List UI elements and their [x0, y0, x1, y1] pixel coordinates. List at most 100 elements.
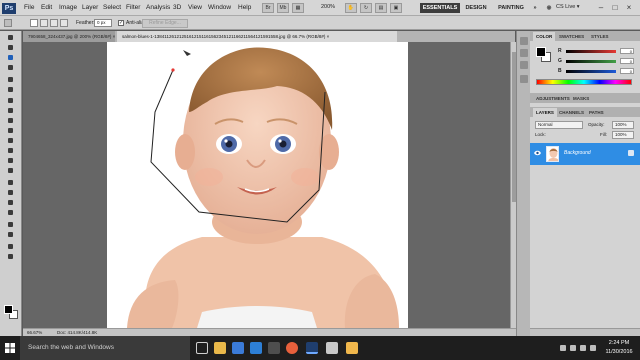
clone-stamp-icon[interactable] [4, 118, 17, 125]
clock-date[interactable]: 11/30/2016 [602, 349, 636, 355]
lasso-tool-icon[interactable] [4, 55, 17, 62]
rotate-view-button[interactable]: ↻ [360, 3, 372, 13]
workspace-more-button[interactable]: » [530, 3, 540, 13]
type-tool-icon[interactable] [4, 190, 17, 197]
photoshop-taskbar-icon[interactable] [306, 342, 318, 354]
menu-filter[interactable]: Filter [126, 4, 140, 11]
workspace-essentials[interactable]: ESSENTIALS [420, 3, 460, 13]
menu-image[interactable]: Image [59, 4, 77, 11]
intersect-selection-icon[interactable] [60, 19, 68, 27]
screen-mode-button[interactable]: ▣ [390, 3, 402, 13]
tab-adjustments[interactable]: ADJUSTMENTS [533, 94, 573, 103]
3d-rotate-icon[interactable] [4, 222, 17, 229]
fill-field[interactable]: 100% [612, 131, 634, 139]
keyboard-icon[interactable] [590, 345, 596, 351]
slider-value[interactable]: 0 [620, 68, 634, 74]
maximize-button[interactable]: □ [610, 3, 620, 13]
brush-tool-icon[interactable] [4, 108, 17, 115]
arrange-documents-button[interactable]: ▤ [375, 3, 387, 13]
slider-track[interactable] [566, 70, 616, 73]
feather-input[interactable]: 0 px [94, 19, 112, 27]
volume-icon[interactable] [580, 345, 586, 351]
menu-help[interactable]: Help [238, 4, 251, 11]
tab-close-icon[interactable]: × [113, 34, 115, 39]
app-icon[interactable] [326, 342, 338, 354]
tab-close-icon[interactable]: × [327, 34, 330, 39]
slider-track[interactable] [566, 50, 616, 53]
zoom-tool-icon[interactable] [4, 254, 17, 261]
slider-value[interactable]: 0 [620, 48, 634, 54]
subtract-selection-icon[interactable] [50, 19, 58, 27]
taskbar-search-box[interactable]: Search the web and Windows [20, 336, 190, 360]
tab-color[interactable]: COLOR [533, 32, 556, 41]
task-view-icon[interactable] [196, 342, 208, 354]
eye-icon[interactable] [534, 150, 541, 156]
tab-layers[interactable]: LAYERS [533, 108, 557, 117]
crop-tool-icon[interactable] [4, 77, 17, 84]
workspace-design[interactable]: DESIGN [462, 3, 490, 13]
app-icon[interactable] [346, 342, 358, 354]
firefox-icon[interactable] [286, 342, 298, 354]
blend-mode-select[interactable]: Normal [535, 121, 583, 129]
menu-3d[interactable]: 3D [173, 4, 181, 11]
3d-orbit-icon[interactable] [4, 232, 17, 239]
canvas-area[interactable] [23, 42, 510, 328]
menu-window[interactable]: Window [208, 4, 231, 11]
color-spectrum-bar[interactable] [536, 79, 632, 85]
opacity-field[interactable]: 100% [612, 121, 634, 129]
menu-view[interactable]: View [188, 4, 202, 11]
path-select-icon[interactable] [4, 200, 17, 207]
layer-row-background[interactable]: Background [530, 143, 640, 165]
new-selection-icon[interactable] [30, 19, 38, 27]
menu-layer[interactable]: Layer [82, 4, 98, 11]
minimize-button[interactable]: – [596, 3, 606, 13]
edge-icon[interactable] [232, 342, 244, 354]
move-tool-icon[interactable] [4, 35, 17, 42]
minibridge-button[interactable]: Mb [277, 3, 289, 13]
pen-tool-icon[interactable] [4, 180, 17, 187]
search-help-icon[interactable]: ◉ [544, 3, 554, 13]
bridge-button[interactable]: Br [262, 3, 274, 13]
marquee-tool-icon[interactable] [4, 45, 17, 52]
tab-paths[interactable]: PATHS [586, 108, 607, 117]
menu-select[interactable]: Select [103, 4, 121, 11]
workspace-painting[interactable]: PAINTING [494, 3, 528, 13]
tab-channels[interactable]: CHANNELS [556, 108, 587, 117]
hand-tool-button[interactable]: ✋ [345, 3, 357, 13]
document-tab-active[interactable]: salmon-blues-1-1384112612125161215116156… [117, 31, 397, 42]
foreground-color-swatch[interactable] [536, 47, 546, 57]
quick-select-tool-icon[interactable] [4, 65, 17, 72]
tray-chevron-icon[interactable] [560, 345, 566, 351]
menu-edit[interactable]: Edit [41, 4, 52, 11]
tab-masks[interactable]: MASKS [570, 94, 592, 103]
store-icon[interactable] [250, 342, 262, 354]
close-button[interactable]: × [624, 3, 634, 13]
eraser-tool-icon[interactable] [4, 138, 17, 145]
paragraph-panel-icon[interactable] [520, 75, 528, 83]
healing-brush-icon[interactable] [4, 98, 17, 105]
clock-time[interactable]: 2:24 PM [602, 340, 636, 346]
shape-tool-icon[interactable] [4, 210, 17, 217]
refine-edge-button[interactable]: Refine Edge... [142, 19, 188, 28]
zoom-field[interactable]: 66.67% [27, 330, 42, 335]
cs-live-button[interactable]: CS Live ▾ [556, 4, 580, 10]
slider-blue[interactable]: B 0 [558, 68, 636, 75]
add-selection-icon[interactable] [40, 19, 48, 27]
tab-styles[interactable]: STYLES [588, 32, 612, 41]
hand-tool-icon[interactable] [4, 244, 17, 251]
slider-red[interactable]: R 0 [558, 48, 636, 55]
app-icon[interactable] [268, 342, 280, 354]
anti-alias-checkbox[interactable]: ✓ [118, 20, 124, 26]
slider-value[interactable]: 0 [620, 58, 634, 64]
actions-panel-icon[interactable] [520, 49, 528, 57]
layer-name[interactable]: Background [564, 150, 591, 156]
windows-start-icon[interactable] [0, 336, 20, 360]
document-canvas[interactable] [107, 42, 408, 328]
gradient-tool-icon[interactable] [4, 148, 17, 155]
menu-analysis[interactable]: Analysis [146, 4, 170, 11]
character-panel-icon[interactable] [520, 61, 528, 69]
slider-green[interactable]: G 0 [558, 58, 636, 65]
history-panel-icon[interactable] [520, 37, 528, 45]
file-explorer-icon[interactable] [214, 342, 226, 354]
zoom-level[interactable]: 200% [321, 4, 335, 10]
